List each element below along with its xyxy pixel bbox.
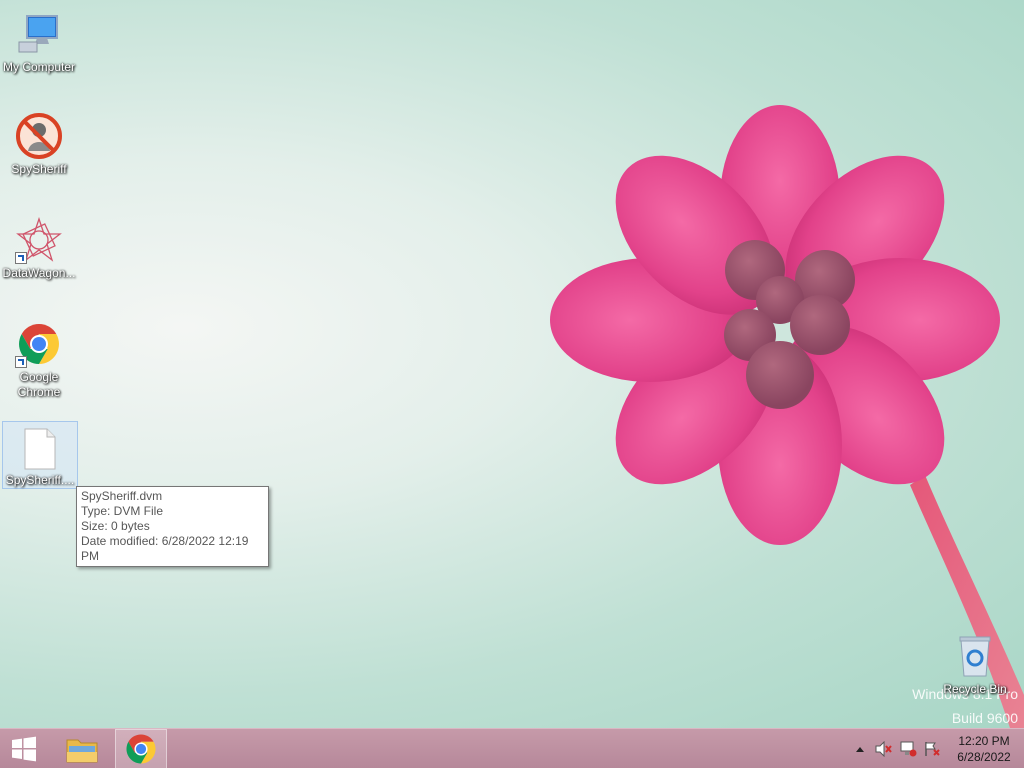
desktop-icon-label: SpySheriff: [11, 162, 67, 176]
windows-logo-icon: [12, 736, 36, 762]
desktop-icon-datawagon[interactable]: DataWagon...: [1, 212, 77, 281]
file-info-tooltip: SpySheriff.dvm Type: DVM File Size: 0 by…: [76, 486, 269, 567]
recycle-bin-icon: [951, 632, 999, 680]
volume-muted-icon[interactable]: [874, 739, 894, 759]
clock-date: 6/28/2022: [957, 750, 1011, 764]
chrome-icon: [126, 734, 156, 764]
desktop-icon-label: My Computer: [2, 60, 76, 74]
file-explorer-taskbar-button[interactable]: [56, 729, 108, 768]
action-center-flag-icon[interactable]: [922, 739, 942, 759]
computer-icon: [15, 10, 63, 58]
desktop-icon-recycle-bin[interactable]: Recycle Bin: [937, 628, 1013, 697]
show-hidden-icons-arrow[interactable]: [850, 739, 870, 759]
network-disconnected-icon[interactable]: [898, 739, 918, 759]
desktop-icon-google-chrome[interactable]: Google Chrome: [1, 316, 77, 400]
desktop-icon-spysheriff-dvm[interactable]: SpySheriff....: [2, 421, 78, 489]
shortcut-arrow-icon: [15, 356, 27, 368]
start-button[interactable]: [0, 729, 48, 768]
tooltip-file-name: SpySheriff.dvm: [81, 489, 163, 503]
desktop-icon-label: SpySheriff....: [5, 473, 75, 487]
desktop-icon-label: DataWagon...: [2, 266, 76, 280]
datawagon-icon: [15, 216, 63, 264]
shortcut-arrow-icon: [15, 252, 27, 264]
windows-build-watermark: Build 9600: [951, 710, 1018, 726]
clock-time: 12:20 PM: [958, 734, 1010, 748]
desktop-icon-spysheriff[interactable]: SpySheriff: [1, 108, 77, 177]
file-explorer-icon: [66, 739, 98, 763]
desktop-icon-my-computer[interactable]: My Computer: [1, 6, 77, 75]
desktop[interactable]: Windows 8.1 Pro Build 9600 My Computer S…: [0, 0, 1024, 728]
tooltip-file-size: Size: 0 bytes: [81, 519, 150, 533]
document-icon: [16, 426, 64, 471]
desktop-icon-label: Recycle Bin: [943, 682, 1007, 696]
system-tray: 12:20 PM 6/28/2022: [848, 729, 1024, 768]
tooltip-date-modified: Date modified: 6/28/2022 12:19 PM: [81, 534, 249, 563]
spysheriff-icon: [15, 112, 63, 160]
tooltip-file-type: Type: DVM File: [81, 504, 164, 518]
chrome-taskbar-button[interactable]: [115, 729, 167, 768]
taskbar: 12:20 PM 6/28/2022: [0, 728, 1024, 768]
chrome-icon: [15, 320, 63, 368]
desktop-icon-label: Google Chrome: [17, 370, 61, 399]
taskbar-clock[interactable]: 12:20 PM 6/28/2022: [944, 733, 1024, 765]
